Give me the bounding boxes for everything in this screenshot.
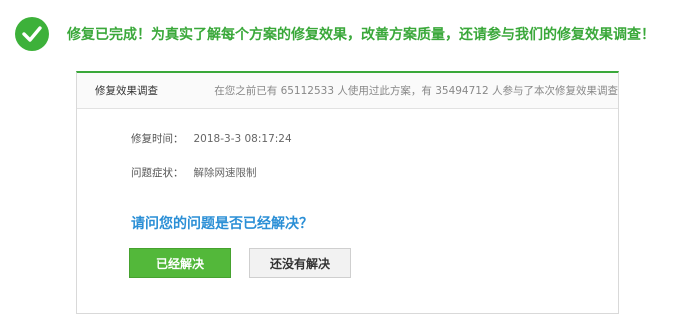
resolution-question: 请问您的问题是否已经解决？ xyxy=(131,216,313,232)
completion-message: 修复已完成！为真实了解每个方案的修复效果，改善方案质量，还请参与我们的修复效果调… xyxy=(67,27,655,43)
resolved-button[interactable]: 已经解决 xyxy=(129,248,231,278)
survey-header: 修复效果调查 在您之前已有 65112533 人使用过此方案，有 3549471… xyxy=(77,73,618,109)
fix-time-label: 修复时间： xyxy=(131,133,184,145)
not-resolved-button[interactable]: 还没有解决 xyxy=(249,248,351,278)
stats-prefix: 在您之前已有 xyxy=(214,85,278,97)
users-count: 65112533 xyxy=(280,85,335,97)
survey-title: 修复效果调查 xyxy=(95,85,158,97)
symptom-row: 问题症状： 解除网速限制 xyxy=(131,165,257,180)
completion-banner: 修复已完成！为真实了解每个方案的修复效果，改善方案质量，还请参与我们的修复效果调… xyxy=(15,16,655,52)
symptom-value: 解除网速限制 xyxy=(193,167,257,179)
survey-panel: 修复效果调查 在您之前已有 65112533 人使用过此方案，有 3549471… xyxy=(76,71,619,314)
participants-count: 35494712 xyxy=(435,85,489,97)
survey-stats: 在您之前已有 65112533 人使用过此方案，有 35494712 人参与了本… xyxy=(214,83,618,98)
symptom-label: 问题症状： xyxy=(131,167,184,179)
fix-time-value: 2018-3-3 08:17:24 xyxy=(193,133,292,145)
check-circle-icon xyxy=(15,17,49,51)
stats-suffix: 人参与了本次修复效果调查 xyxy=(492,85,618,97)
stats-mid: 人使用过此方案，有 xyxy=(337,85,432,97)
fix-time-row: 修复时间： 2018-3-3 08:17:24 xyxy=(131,131,292,146)
